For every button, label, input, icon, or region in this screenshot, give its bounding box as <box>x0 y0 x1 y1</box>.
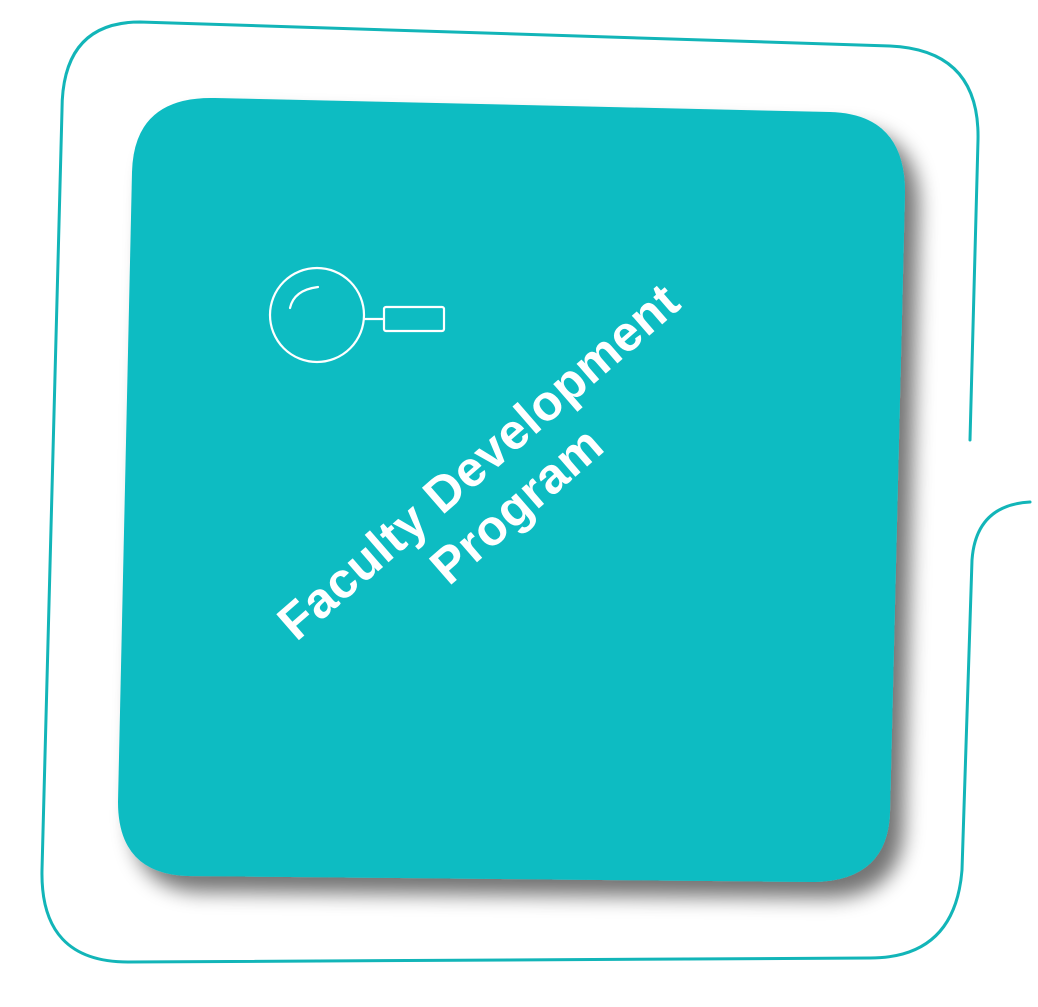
illustration-canvas: Faculty Development Program <box>0 0 1038 1007</box>
